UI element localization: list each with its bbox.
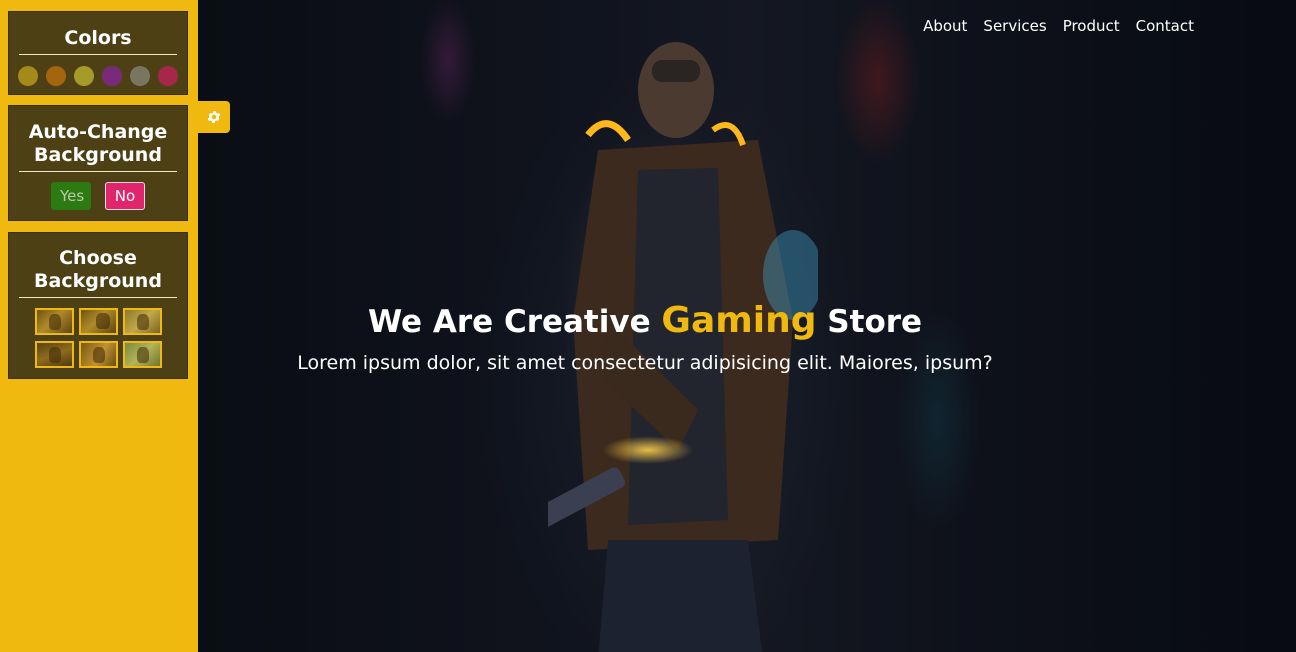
main-nav: About Services Product Contact (923, 16, 1194, 36)
color-swatch[interactable] (46, 66, 66, 86)
color-swatch[interactable] (74, 66, 94, 86)
hero-section: About Services Product Contact We Are Cr… (198, 0, 1296, 652)
background-thumbnails (9, 308, 187, 368)
color-swatch[interactable] (18, 66, 38, 86)
nav-link-product[interactable]: Product (1063, 16, 1120, 36)
nav-link-contact[interactable]: Contact (1136, 16, 1194, 36)
divider (19, 297, 177, 298)
headline-text-start: We Are Creative (367, 304, 651, 340)
divider (19, 54, 177, 55)
auto-change-panel: Auto-Change Background Yes No (8, 105, 188, 221)
auto-change-title: Auto-Change Background (28, 121, 168, 166)
colors-panel: Colors (8, 11, 188, 95)
yes-button[interactable]: Yes (51, 182, 91, 210)
headline-accent: Gaming (661, 300, 817, 341)
background-thumbnail[interactable] (78, 308, 118, 335)
color-swatch[interactable] (102, 66, 122, 86)
hero-headline: We Are Creative Gaming Store (198, 298, 1194, 345)
settings-sidebar: Colors Auto-Change Background Yes No Cho… (0, 0, 198, 652)
no-button[interactable]: No (105, 182, 145, 210)
hero-subtitle: Lorem ipsum dolor, sit amet consectetur … (297, 352, 993, 374)
background-thumbnail[interactable] (34, 308, 74, 335)
choose-background-title: Choose Background (34, 247, 162, 292)
color-swatch[interactable] (158, 66, 178, 86)
nav-link-services[interactable]: Services (983, 16, 1046, 36)
divider (19, 171, 177, 172)
choose-background-panel: Choose Background (8, 232, 188, 379)
color-swatch[interactable] (130, 66, 150, 86)
colors-panel-title: Colors (64, 27, 132, 49)
background-thumbnail[interactable] (78, 341, 118, 368)
gear-icon (207, 111, 221, 123)
nav-link-about[interactable]: About (923, 16, 967, 36)
background-thumbnail[interactable] (122, 341, 162, 368)
headline-text-end: Store (827, 304, 923, 340)
background-thumbnail[interactable] (34, 341, 74, 368)
background-thumbnail[interactable] (122, 308, 162, 335)
auto-change-options: Yes No (9, 182, 187, 210)
settings-toggle-button[interactable] (198, 101, 230, 133)
color-swatches (9, 66, 187, 86)
